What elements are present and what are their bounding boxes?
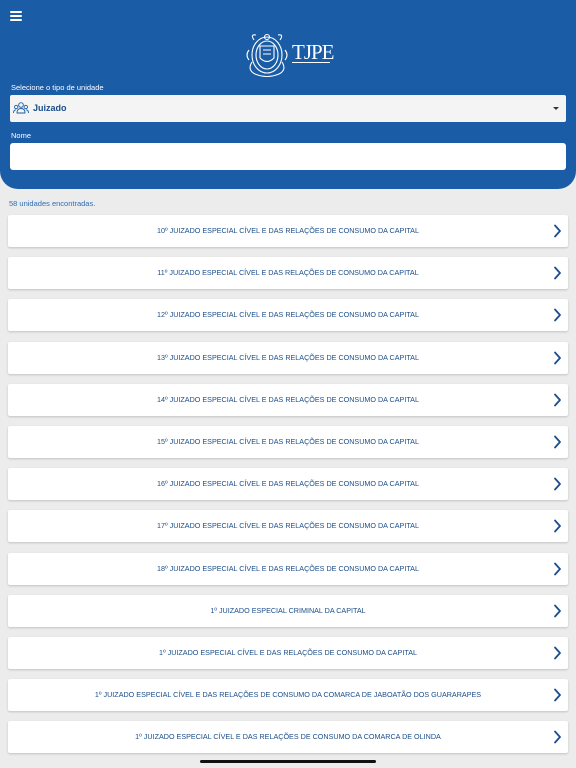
- chevron-right-icon: [554, 351, 561, 364]
- chevron-right-icon: [554, 604, 561, 618]
- list-item-label: 11º JUIZADO ESPECIAL CÍVEL E DAS RELAÇÕE…: [157, 268, 419, 278]
- caret-down-icon: [553, 107, 559, 110]
- list-item-label: 17º JUIZADO ESPECIAL CÍVEL E DAS RELAÇÕE…: [157, 521, 419, 531]
- list-item[interactable]: 18º JUIZADO ESPECIAL CÍVEL E DAS RELAÇÕE…: [8, 552, 568, 585]
- chevron-right-icon: [554, 646, 561, 660]
- home-indicator: [200, 760, 376, 763]
- unit-type-label: Selecione o tipo de unidade: [11, 83, 104, 92]
- list-item-label: 15º JUIZADO ESPECIAL CÍVEL E DAS RELAÇÕE…: [157, 437, 419, 446]
- list-item[interactable]: 12º JUIZADO ESPECIAL CÍVEL E DAS RELAÇÕE…: [8, 299, 568, 332]
- list-item[interactable]: 10º JUIZADO ESPECIAL CÍVEL E DAS RELAÇÕE…: [8, 215, 568, 247]
- list-item[interactable]: 1º JUIZADO ESPECIAL CÍVEL E DAS RELAÇÕES…: [8, 679, 568, 712]
- name-label: Nome: [11, 131, 32, 140]
- name-input[interactable]: [10, 143, 566, 170]
- list-item[interactable]: 1º JUIZADO ESPECIAL CRIMINAL DA CAPITAL: [8, 594, 568, 627]
- list-item-label: 1º JUIZADO ESPECIAL CRIMINAL DA CAPITAL: [210, 605, 366, 615]
- list-item[interactable]: 16º JUIZADO ESPECIAL CÍVEL E DAS RELAÇÕE…: [8, 468, 568, 501]
- results-count: 58 unidades encontradas.: [9, 199, 96, 208]
- list-item-label: 14º JUIZADO ESPECIAL CÍVEL E DAS RELAÇÕE…: [157, 394, 419, 404]
- menu-icon[interactable]: [10, 11, 22, 21]
- list-item[interactable]: 1º JUIZADO ESPECIAL CÍVEL E DAS RELAÇÕES…: [8, 721, 568, 754]
- list-item[interactable]: 14º JUIZADO ESPECIAL CÍVEL E DAS RELAÇÕE…: [8, 383, 568, 416]
- people-group-icon: [13, 102, 29, 114]
- list-item-label: 1º JUIZADO ESPECIAL CÍVEL E DAS RELAÇÕES…: [135, 732, 441, 742]
- list-item-label: 10º JUIZADO ESPECIAL CÍVEL E DAS RELAÇÕE…: [157, 226, 419, 235]
- chevron-right-icon: [554, 224, 561, 238]
- chevron-right-icon: [554, 730, 561, 744]
- chevron-right-icon: [554, 477, 561, 491]
- chevron-right-icon: [554, 393, 561, 407]
- chevron-right-icon: [554, 266, 561, 280]
- list-item-label: 1º JUIZADO ESPECIAL CÍVEL E DAS RELAÇÕES…: [94, 690, 482, 700]
- list-item[interactable]: 1º JUIZADO ESPECIAL CÍVEL E DAS RELAÇÕES…: [8, 637, 568, 669]
- list-item-label: 12º JUIZADO ESPECIAL CÍVEL E DAS RELAÇÕE…: [157, 310, 419, 320]
- list-item[interactable]: 11º JUIZADO ESPECIAL CÍVEL E DAS RELAÇÕE…: [8, 257, 568, 290]
- unit-type-value: Juizado: [33, 103, 67, 113]
- logo-underline: [292, 62, 330, 63]
- list-item-label: 18º JUIZADO ESPECIAL CÍVEL E DAS RELAÇÕE…: [157, 563, 419, 573]
- chevron-right-icon: [554, 435, 561, 449]
- chevron-right-icon: [554, 519, 561, 533]
- chevron-right-icon: [554, 308, 561, 322]
- list-item[interactable]: 13º JUIZADO ESPECIAL CÍVEL E DAS RELAÇÕE…: [8, 341, 568, 374]
- unit-type-select[interactable]: Juizado: [10, 95, 566, 122]
- list-item-label: 1º JUIZADO ESPECIAL CÍVEL E DAS RELAÇÕES…: [159, 648, 417, 657]
- app-header: TJPE Selecione o tipo de unidade Juizado…: [0, 0, 576, 189]
- list-item[interactable]: 17º JUIZADO ESPECIAL CÍVEL E DAS RELAÇÕE…: [8, 510, 568, 543]
- list-item[interactable]: 15º JUIZADO ESPECIAL CÍVEL E DAS RELAÇÕE…: [8, 426, 568, 458]
- chevron-right-icon: [554, 688, 561, 702]
- list-item-label: 16º JUIZADO ESPECIAL CÍVEL E DAS RELAÇÕE…: [157, 479, 419, 489]
- chevron-right-icon: [554, 562, 561, 575]
- list-item-label: 13º JUIZADO ESPECIAL CÍVEL E DAS RELAÇÕE…: [157, 352, 419, 362]
